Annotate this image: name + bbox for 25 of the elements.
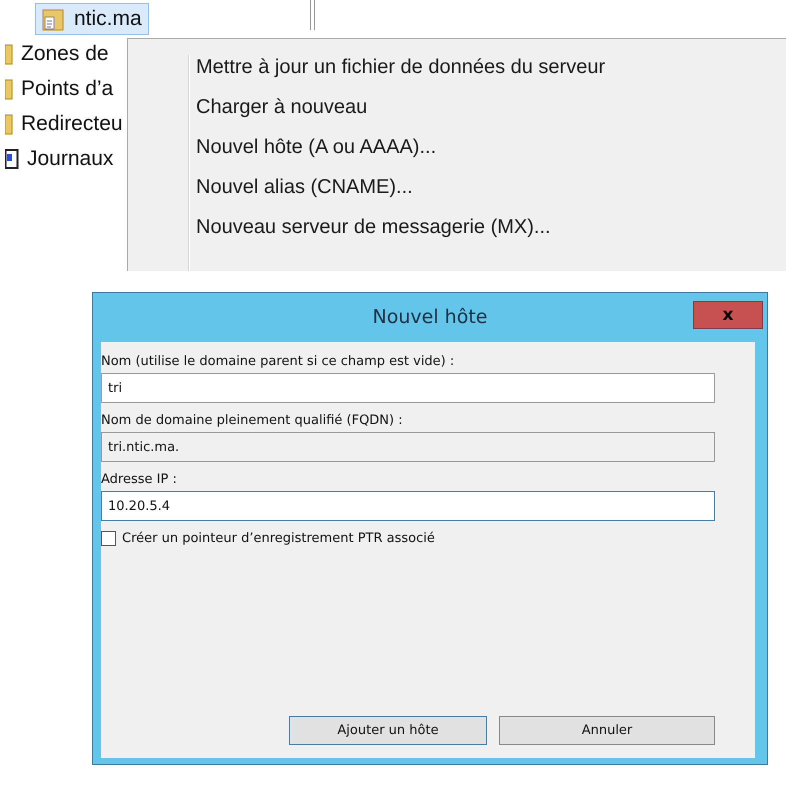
tree-item[interactable]: Points d’a (0, 73, 120, 105)
folder-icon (5, 78, 13, 100)
cancel-button[interactable]: Annuler (499, 716, 715, 745)
input-field[interactable]: 10.20.5.4 (101, 491, 715, 521)
folder-icon (5, 43, 13, 65)
input-field[interactable]: tri (101, 373, 715, 403)
checkbox-label: Créer un pointeur d’enregistrement PTR associé (122, 531, 435, 546)
tree-item[interactable]: Journaux (0, 143, 120, 175)
tree-item[interactable]: Zones de (0, 38, 116, 70)
close-button[interactable]: x (693, 301, 763, 329)
menu-item[interactable]: Nouvel alias (CNAME)... (196, 167, 786, 207)
menu-item[interactable]: Nouveau serveur de messagerie (MX)... (196, 207, 786, 247)
log-icon (5, 148, 19, 170)
menu-item[interactable]: Mettre à jour un fichier de données du serveur (196, 47, 786, 87)
window-title: Nouvel hôte (372, 306, 488, 328)
tree-item[interactable]: Redirecteu (0, 108, 130, 140)
tree-item[interactable]: ntic.ma (35, 3, 149, 35)
field-label: Nom de domaine pleinement qualifié (FQDN) : (101, 413, 404, 428)
menu-item[interactable]: Nouvel hôte (A ou AAAA)... (196, 127, 786, 167)
menu-item[interactable]: Charger à nouveau (196, 87, 786, 127)
folder-icon (5, 113, 13, 135)
field-label: Adresse IP : (101, 472, 178, 487)
add-host-button[interactable]: Ajouter un hôte (289, 716, 487, 745)
field-label: Nom (utilise le domaine parent si ce champ est vide) : (101, 354, 456, 369)
checkbox[interactable] (101, 531, 116, 546)
